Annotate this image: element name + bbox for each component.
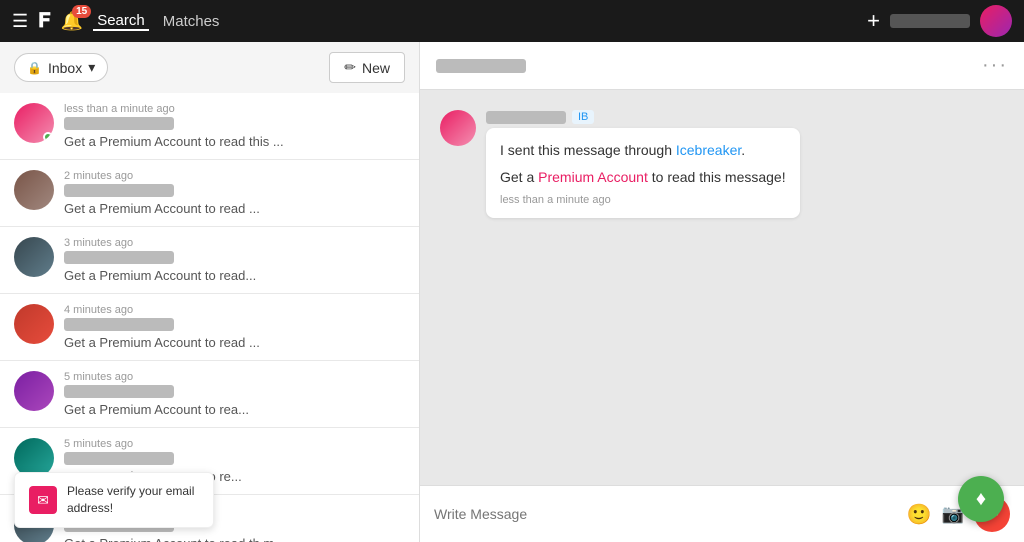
bubble-avatar [440, 110, 476, 146]
inbox-label: Inbox [48, 60, 82, 76]
chat-header: ··· [420, 42, 1024, 90]
sender-name [64, 452, 174, 465]
left-panel: 🔒 Inbox ▾ ✏ New less than a minute ago G… [0, 42, 420, 542]
message-input-area: 🙂 📷 ▶ [420, 485, 1024, 542]
list-item[interactable]: less than a minute ago Get a Premium Acc… [0, 93, 419, 160]
message-preview: Get a Premium Account to read... [64, 268, 405, 283]
message-time: 4 minutes ago [64, 304, 405, 316]
nav-left: ☰ 𝐅 🔔 15 Search Matches [12, 10, 855, 33]
sender-name [64, 184, 174, 197]
user-avatar[interactable] [980, 5, 1012, 37]
new-button-label: New [362, 60, 390, 76]
top-navigation: ☰ 𝐅 🔔 15 Search Matches + [0, 0, 1024, 42]
message-preview: Get a Premium Account to rea... [64, 402, 405, 417]
hamburger-icon[interactable]: ☰ [12, 11, 28, 32]
main-content: 🔒 Inbox ▾ ✏ New less than a minute ago G… [0, 42, 1024, 542]
sender-name-blurred [486, 111, 566, 124]
premium-account-link[interactable]: Premium Account [538, 169, 648, 185]
message-content: less than a minute ago Get a Premium Acc… [64, 103, 405, 149]
toast-mail-icon: ✉ [29, 486, 57, 514]
sender-name [64, 385, 174, 398]
logo-icon[interactable]: 𝐅 [38, 10, 51, 33]
pencil-icon: ✏ [344, 59, 356, 76]
new-message-button[interactable]: ✏ New [329, 52, 405, 83]
message-input[interactable] [434, 506, 897, 522]
plus-button[interactable]: + [867, 8, 880, 34]
list-item[interactable]: 2 minutes ago Get a Premium Account to r… [0, 160, 419, 227]
message-time: 3 minutes ago [64, 237, 405, 249]
message-preview: Get a Premium Account to read ... [64, 201, 405, 216]
notification-bell[interactable]: 🔔 15 [61, 11, 83, 32]
chat-user-name [436, 59, 526, 73]
sender-name [64, 251, 174, 264]
search-nav-link[interactable]: Search [93, 12, 149, 31]
online-indicator [43, 132, 53, 142]
sender-name [64, 117, 174, 130]
email-verify-toast: ✉ Please verify your email address! [14, 472, 214, 528]
message-content: 3 minutes ago Get a Premium Account to r… [64, 237, 405, 283]
bubble-content: IB I sent this message through Icebreake… [486, 110, 800, 218]
icebreaker-badge: IB [572, 110, 594, 124]
notification-badge: 15 [72, 5, 91, 18]
avatar [14, 371, 54, 411]
nav-right: + [867, 5, 1012, 37]
username-display [890, 14, 970, 28]
more-options-icon[interactable]: ··· [982, 54, 1008, 77]
avatar [14, 304, 54, 344]
message-bubble: I sent this message through Icebreaker. … [486, 128, 800, 218]
list-item[interactable]: 5 minutes ago Get a Premium Account to r… [0, 361, 419, 428]
message-preview: Get a Premium Account to read this ... [64, 134, 405, 149]
right-panel: ··· IB I sent this message through Icebr… [420, 42, 1024, 542]
message-time: 2 minutes ago [64, 170, 405, 182]
message-content: 5 minutes ago Get a Premium Account to r… [64, 371, 405, 417]
avatar [14, 103, 54, 143]
message-content: 2 minutes ago Get a Premium Account to r… [64, 170, 405, 216]
list-item[interactable]: 3 minutes ago Get a Premium Account to r… [0, 227, 419, 294]
bubble-sender-name: IB [486, 110, 800, 124]
message-time: less than a minute ago [64, 103, 405, 115]
diamond-icon: ♦ [976, 488, 986, 511]
left-header: 🔒 Inbox ▾ ✏ New [0, 42, 419, 93]
message-preview: Get a Premium Account to read ... [64, 335, 405, 350]
sender-name [64, 318, 174, 331]
inbox-dropdown-button[interactable]: 🔒 Inbox ▾ [14, 53, 108, 82]
message-content: 4 minutes ago Get a Premium Account to r… [64, 304, 405, 350]
bubble-text-line1: I sent this message through Icebreaker. [500, 140, 786, 161]
icebreaker-link[interactable]: Icebreaker [676, 142, 741, 158]
avatar [14, 170, 54, 210]
bubble-text-line2: Get a Premium Account to read this messa… [500, 167, 786, 188]
inbox-filter-icon: 🔒 [27, 61, 42, 75]
avatar [14, 237, 54, 277]
chat-message-area: IB I sent this message through Icebreake… [420, 90, 1024, 485]
chevron-down-icon: ▾ [88, 59, 95, 76]
emoji-button[interactable]: 🙂 [907, 502, 932, 527]
matches-nav-link[interactable]: Matches [159, 13, 224, 30]
message-preview: Get a Premium Account to read th m... [64, 536, 405, 542]
message-time: 5 minutes ago [64, 371, 405, 383]
fab-button[interactable]: ♦ [958, 476, 1004, 522]
message-time: 5 minutes ago [64, 438, 405, 450]
list-item[interactable]: 4 minutes ago Get a Premium Account to r… [0, 294, 419, 361]
toast-message: Please verify your email address! [67, 483, 199, 517]
bubble-timestamp: less than a minute ago [500, 194, 786, 206]
message-bubble-wrapper: IB I sent this message through Icebreake… [440, 110, 1004, 218]
